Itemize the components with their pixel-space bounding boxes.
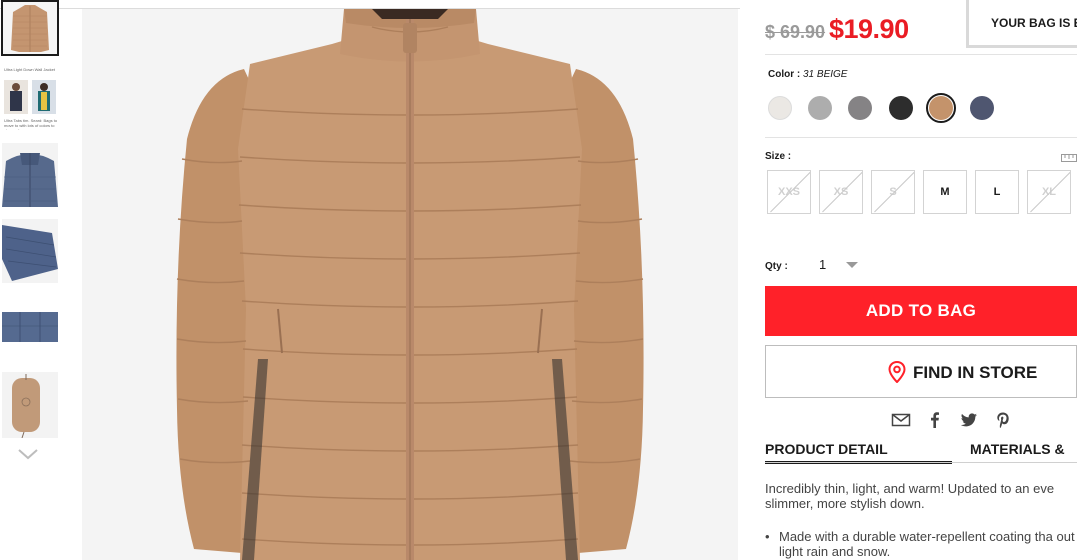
selected-color-value: 31 BEIGE [803, 69, 848, 80]
bag-status-text: YOUR BAG IS EM [991, 16, 1077, 30]
product-info-panel: $ 69.90 $19.90 Color : 31 BEIGE Size : X… [765, 0, 1077, 560]
product-description: Incredibly thin, light, and warm! Update… [765, 481, 1055, 511]
color-swatch-beige[interactable] [929, 96, 953, 120]
thumbnail-navy-collar[interactable] [2, 143, 58, 207]
location-pin-icon [888, 361, 906, 383]
tabs-divider [765, 462, 1077, 463]
thumbnail-navy-flat[interactable] [2, 219, 58, 283]
size-option-s[interactable]: S [871, 170, 915, 214]
color-label: Color : 31 BEIGE [768, 69, 847, 80]
color-swatch-black[interactable] [889, 96, 913, 120]
pinterest-icon[interactable] [993, 410, 1013, 430]
divider-price [765, 54, 1077, 55]
quantity-select[interactable]: 1 [815, 253, 861, 275]
size-option-l[interactable]: L [975, 170, 1019, 214]
thumbnail-pouch[interactable] [2, 372, 58, 438]
size-option-label: XXS [777, 186, 800, 198]
thumbnail-caption-body: Ultra Tabs tim. Seard: Bags to move to w… [4, 118, 58, 130]
twitter-icon[interactable] [959, 410, 979, 430]
color-swatch-off-white[interactable] [768, 96, 792, 120]
mail-icon[interactable] [891, 410, 911, 430]
size-option-label: S [889, 186, 897, 198]
add-to-bag-button[interactable]: ADD TO BAG [765, 286, 1077, 336]
thumbnail-models[interactable]: Ultra Light Down Wall Jacket Ultra Tabs … [2, 66, 58, 130]
size-option-label: M [940, 186, 950, 198]
thumbnail-navy-detail[interactable] [2, 296, 58, 360]
sale-price: $19.90 [829, 14, 909, 44]
caret-down-icon [846, 262, 858, 268]
thumbnail-scroll-down-icon[interactable] [16, 446, 40, 462]
color-swatch-navy-gray[interactable] [970, 96, 994, 120]
thumbnail-caption-title: Ultra Light Down Wall Jacket [4, 67, 55, 72]
size-label: Size : [765, 151, 792, 162]
main-product-image[interactable] [82, 9, 738, 560]
original-price: $ 69.90 [765, 22, 826, 42]
thumbnail-front-beige[interactable] [1, 0, 59, 56]
find-in-store-button[interactable]: FIND IN STORE [765, 345, 1077, 398]
size-option-label: XL [1041, 186, 1057, 198]
tab-product-detail[interactable]: PRODUCT DETAIL [765, 441, 888, 457]
bullet-dot: • [765, 529, 770, 544]
divider-color [765, 137, 1077, 138]
mini-bag-popup[interactable]: YOUR BAG IS EM [966, 0, 1077, 48]
tab-materials[interactable]: MATERIALS & [970, 441, 1065, 457]
quantity-label: Qty : [765, 261, 788, 272]
size-option-xl[interactable]: XL [1027, 170, 1071, 214]
facebook-icon[interactable] [925, 410, 945, 430]
size-chart-ruler-icon[interactable] [1061, 150, 1077, 162]
size-option-label: L [993, 186, 1001, 198]
size-option-xs[interactable]: XS [819, 170, 863, 214]
color-swatch-gray[interactable] [848, 96, 872, 120]
find-in-store-label: FIND IN STORE [913, 363, 1038, 382]
color-label-text: Color : [768, 69, 801, 80]
color-swatch-light-gray[interactable] [808, 96, 832, 120]
size-option-m[interactable]: M [923, 170, 967, 214]
size-option-xxs[interactable]: XXS [767, 170, 811, 214]
quantity-value: 1 [819, 257, 827, 272]
thumbnail-strip: Ultra Light Down Wall Jacket Ultra Tabs … [0, 0, 62, 560]
bullet-text: Made with a durable water-repellent coat… [779, 529, 1075, 559]
size-option-label: XS [833, 186, 849, 198]
